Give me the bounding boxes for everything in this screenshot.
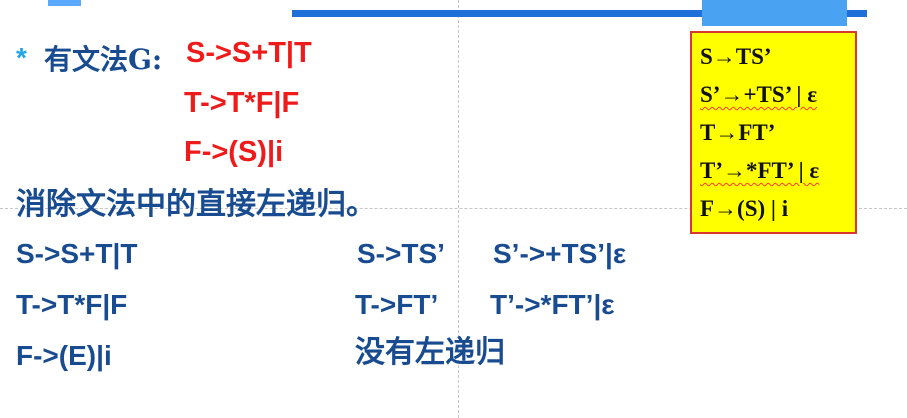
bullet-marker: *	[16, 42, 27, 73]
left-rule-f: F->(E)|i	[16, 340, 112, 371]
boxed-rule-4-text: T’→*FT’ | ε	[700, 158, 820, 183]
given-rule-t: T->T*F|F	[184, 87, 300, 119]
given-rule-s: S->S+T|T	[186, 37, 312, 69]
middle-rule-s: S->TS’	[357, 238, 445, 269]
given-rule-f: F->(S)|i	[184, 136, 284, 168]
boxed-rule-1-text: S→TS’	[700, 44, 772, 69]
boxed-rule-3-text: T→FT’	[700, 120, 776, 145]
top-accent-highlight	[702, 0, 847, 26]
boxed-rule-1: S→TS’	[700, 38, 855, 76]
elimination-instruction: 消除文法中的直接左递归。	[16, 187, 376, 222]
grammar-intro-label: 有文法G:	[44, 43, 163, 76]
boxed-rule-2: S’→+TS’ | ε	[700, 76, 855, 114]
boxed-rule-2-text: S’→+TS’ | ε	[700, 82, 818, 107]
boxed-rule-4: T’→*FT’ | ε	[700, 152, 855, 190]
boxed-rule-5: F→(S) | i	[700, 190, 855, 228]
boxed-rule-5-text: F→(S) | i	[700, 196, 789, 221]
middle-rule-t: T->FT’	[355, 289, 439, 320]
left-rule-t: T->T*F|F	[16, 289, 128, 320]
no-left-recursion-label: 没有左递归	[355, 335, 505, 370]
left-rule-s: S->S+T|T	[16, 238, 138, 269]
right-rule-t-prime: T’->*FT’|ε	[490, 289, 615, 320]
right-rule-s-prime: S’->+TS’|ε	[493, 238, 627, 269]
boxed-rule-3: T→FT’	[700, 114, 855, 152]
highlighted-rules-box: S→TS’ S’→+TS’ | ε T→FT’ T’→*FT’ | ε F→(S…	[690, 31, 857, 234]
top-left-accent	[48, 0, 81, 6]
